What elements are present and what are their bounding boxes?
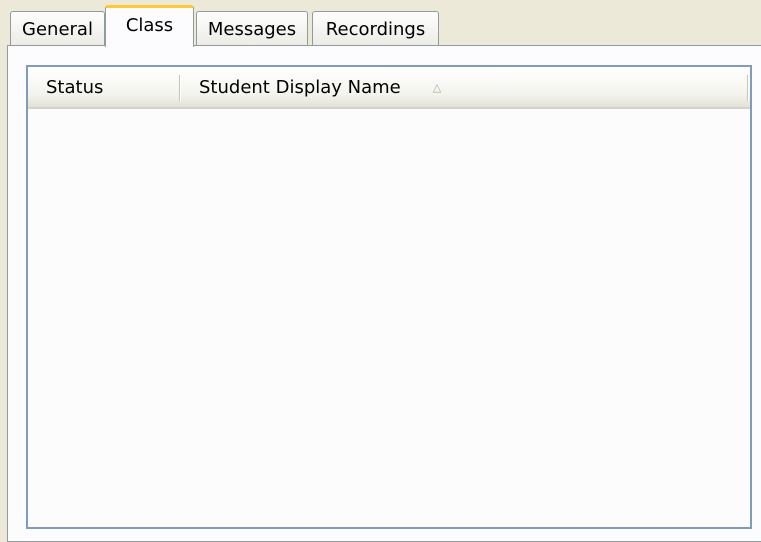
list-body[interactable] (28, 109, 750, 527)
list-header: Status Student Display Name △ (28, 67, 750, 109)
tab-general[interactable]: General (10, 11, 105, 46)
student-list[interactable]: Status Student Display Name △ (26, 65, 752, 529)
column-name-label: Student Display Name (199, 76, 401, 98)
tab-messages[interactable]: Messages (196, 11, 308, 46)
sort-ascending-icon: △ (432, 80, 442, 94)
class-properties-window: General Class Messages Recordings Status… (0, 0, 761, 542)
column-header-status[interactable]: Status (28, 67, 181, 107)
tab-class-label: Class (125, 15, 174, 36)
tab-general-label: General (22, 18, 93, 40)
column-divider[interactable] (747, 75, 749, 101)
tab-class[interactable]: Class (105, 5, 194, 47)
column-status-label: Status (46, 76, 104, 98)
tab-strip: General Class Messages Recordings (0, 0, 761, 47)
tab-recordings[interactable]: Recordings (312, 11, 439, 46)
class-tab-panel: Status Student Display Name △ (7, 45, 761, 542)
tab-messages-label: Messages (207, 18, 297, 40)
column-header-student-display-name[interactable]: Student Display Name △ (181, 67, 749, 107)
tab-recordings-label: Recordings (325, 18, 426, 40)
